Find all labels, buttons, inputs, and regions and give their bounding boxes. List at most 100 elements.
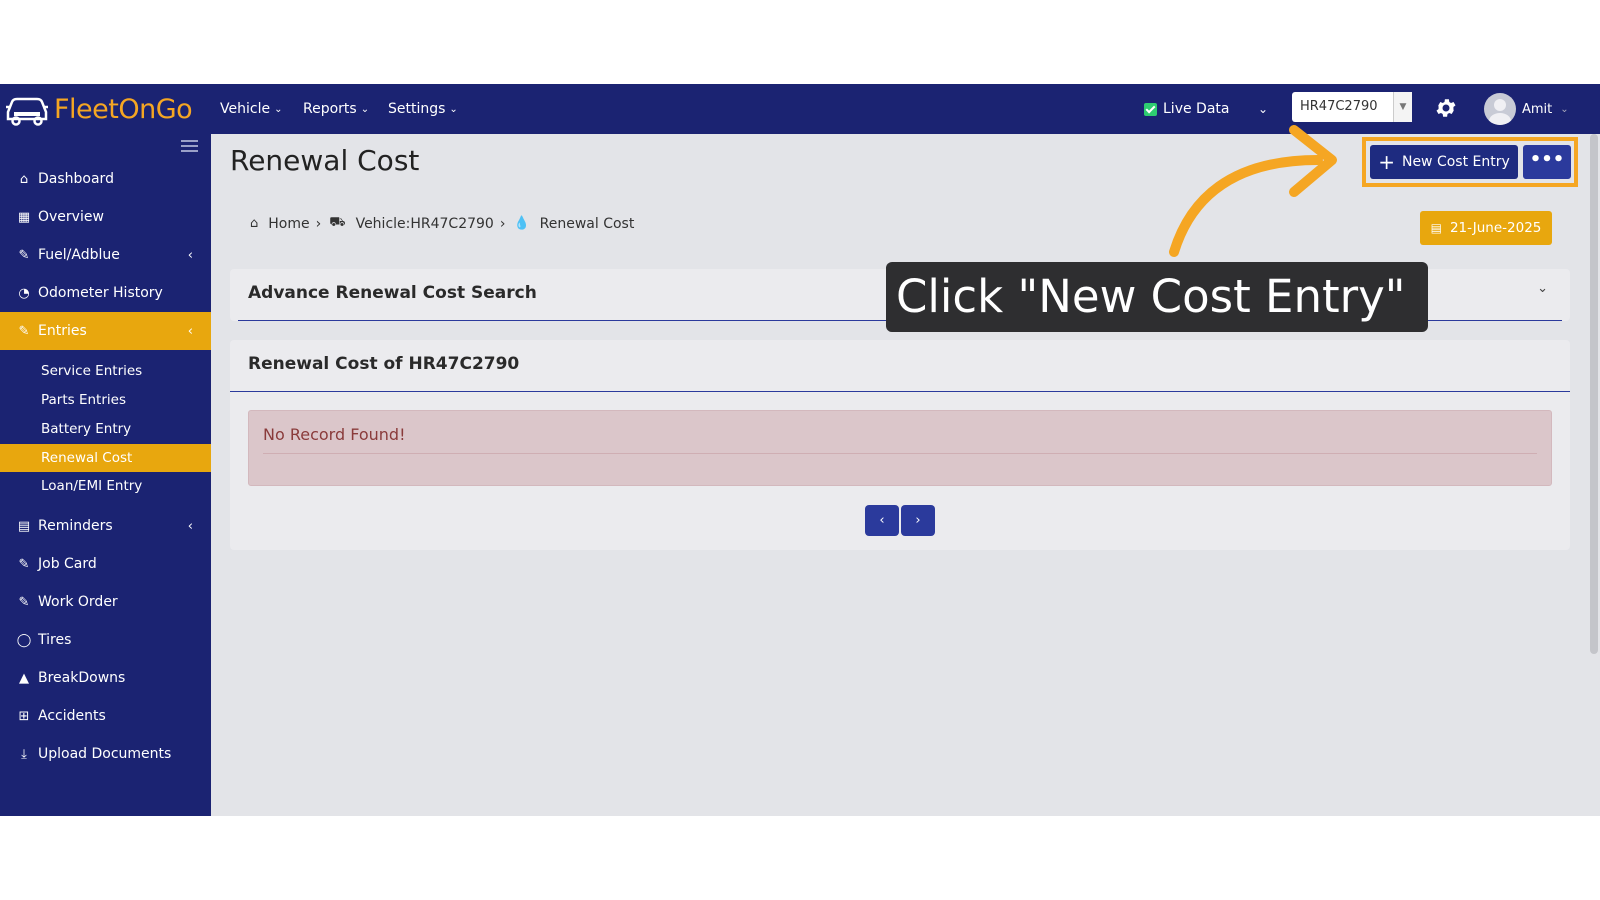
live-data-label: Live Data <box>1163 101 1230 117</box>
advance-search-title: Advance Renewal Cost Search <box>248 283 537 303</box>
sidebar-item-upload-documents[interactable]: ⤓ Upload Documents <box>0 735 211 773</box>
sidebar-sub-renewal-cost[interactable]: Renewal Cost <box>0 444 211 472</box>
sidebar-sub-parts-entries[interactable]: Parts Entries <box>0 386 211 414</box>
scrollbar[interactable] <box>1588 134 1600 816</box>
sidebar-item-work-order[interactable]: ✎ Work Order <box>0 583 211 621</box>
car-logo-icon <box>6 97 48 126</box>
brand-name: FleetOnGo <box>54 93 193 125</box>
sidebar-item-accidents[interactable]: ⊞ Accidents <box>0 697 211 735</box>
grid-icon: ▦ <box>17 209 31 225</box>
sidebar-sub-loan-emi-entry[interactable]: Loan/EMI Entry <box>0 472 211 500</box>
user-menu[interactable]: Amit ⌄ <box>1484 93 1569 125</box>
live-data-checkbox[interactable] <box>1144 102 1157 116</box>
sidebar-sub-label: Loan/EMI Entry <box>41 478 143 494</box>
sidebar-sub-label: Parts Entries <box>41 392 126 408</box>
gauge-icon: ◔ <box>18 285 30 301</box>
sidebar-item-label: Reminders <box>38 518 113 534</box>
next-page-button[interactable]: › <box>901 505 935 536</box>
edit-icon: ✎ <box>18 323 30 339</box>
sidebar-sub-label: Renewal Cost <box>41 450 133 466</box>
chevron-left-icon: ‹ <box>187 323 193 339</box>
nav-vehicle-label: Vehicle <box>220 101 271 117</box>
home-icon: ⌂ <box>19 171 29 187</box>
home-icon: ⌂ <box>250 216 259 231</box>
download-icon: ⤓ <box>21 746 27 762</box>
list-title: Renewal Cost of HR47C2790 <box>248 354 520 374</box>
sidebar-sub-label: Battery Entry <box>41 421 132 437</box>
sidebar-item-label: Overview <box>38 209 104 225</box>
edit-icon: ✎ <box>18 247 30 263</box>
chevron-down-icon: ⌄ <box>360 103 370 115</box>
highlight-box <box>1362 137 1578 187</box>
sidebar-sub-service-entries[interactable]: Service Entries <box>0 357 211 385</box>
prev-page-button[interactable]: ‹ <box>865 505 899 536</box>
nav-settings[interactable]: Settings ⌄ <box>388 84 458 134</box>
arrow-annotation-icon <box>1169 125 1337 257</box>
page-title: Renewal Cost <box>230 144 420 177</box>
sidebar-item-reminders[interactable]: ▤ Reminders ‹ <box>0 507 211 545</box>
chevron-down-icon: ⌄ <box>1560 103 1569 115</box>
sidebar-item-breakdowns[interactable]: ▲ BreakDowns <box>0 659 211 697</box>
divider <box>263 453 1537 454</box>
calendar-icon: ▤ <box>1430 221 1442 235</box>
chevron-left-icon: ‹ <box>187 518 193 534</box>
nav-vehicle[interactable]: Vehicle ⌄ <box>220 84 282 134</box>
chevron-down-icon[interactable]: ⌄ <box>1258 102 1268 116</box>
scrollbar-thumb[interactable] <box>1590 134 1598 654</box>
breadcrumb-current: Renewal Cost <box>539 215 635 232</box>
droplet-icon: 💧 <box>513 216 530 231</box>
sidebar-item-entries[interactable]: ✎ Entries ‹ <box>0 312 211 350</box>
chevron-down-icon: ⌄ <box>274 103 283 115</box>
sidebar-item-job-card[interactable]: ✎ Job Card <box>0 545 211 583</box>
chevron-right-icon: › <box>315 215 322 232</box>
vehicle-select[interactable]: HR47C2790 ▼ <box>1292 92 1412 122</box>
sidebar-sub-battery-entry[interactable]: Battery Entry <box>0 415 211 443</box>
sidebar-sub-label: Service Entries <box>41 363 143 379</box>
date-button[interactable]: ▤ 21-June-2025 <box>1420 211 1552 245</box>
breadcrumb: ⌂ Home › ⛟ Vehicle:HR47C2790 › 💧 Renewal… <box>250 215 634 232</box>
user-name: Amit <box>1522 101 1553 117</box>
instruction-tooltip: Click "New Cost Entry" <box>886 262 1428 332</box>
divider <box>230 391 1570 392</box>
plus-square-icon: ⊞ <box>18 708 30 724</box>
nav-reports[interactable]: Reports ⌄ <box>303 84 369 134</box>
sidebar-item-dashboard[interactable]: ⌂ Dashboard <box>0 160 211 198</box>
sidebar-item-label: Upload Documents <box>38 746 172 762</box>
sidebar-item-label: Accidents <box>38 708 106 724</box>
brand-logo[interactable]: FleetOnGo <box>4 90 193 128</box>
nav-reports-label: Reports <box>303 101 357 117</box>
chevron-down-icon[interactable]: ⌄ <box>1537 281 1548 296</box>
sidebar-item-label: Odometer History <box>38 285 163 301</box>
truck-icon: ⛟ <box>329 215 346 230</box>
sidebar-item-label: Job Card <box>38 556 97 572</box>
sidebar-item-overview[interactable]: ▦ Overview <box>0 198 211 236</box>
edit-icon: ✎ <box>18 594 30 610</box>
sidebar-item-tires[interactable]: ◯ Tires <box>0 621 211 659</box>
date-label: 21-June-2025 <box>1449 220 1542 236</box>
app-window: FleetOnGo Vehicle ⌄ Reports ⌄ Settings ⌄… <box>0 84 1600 816</box>
edit-icon: ✎ <box>18 556 30 572</box>
empty-message: No Record Found! <box>263 425 406 444</box>
nav-settings-label: Settings <box>388 101 446 117</box>
calendar-icon: ▤ <box>17 518 31 534</box>
sidebar-item-odometer-history[interactable]: ◔ Odometer History <box>0 274 211 312</box>
select-arrow-icon[interactable]: ▼ <box>1393 92 1412 122</box>
sidebar-item-fuel-adblue[interactable]: ✎ Fuel/Adblue ‹ <box>0 236 211 274</box>
hamburger-menu-icon[interactable] <box>181 140 198 153</box>
warning-icon: ▲ <box>19 670 29 686</box>
chevron-right-icon: › <box>499 215 506 232</box>
empty-alert: No Record Found! <box>248 410 1552 486</box>
sidebar-item-label: Fuel/Adblue <box>38 247 120 263</box>
gear-icon[interactable] <box>1434 96 1458 120</box>
vehicle-select-value: HR47C2790 <box>1300 99 1378 114</box>
sidebar-item-label: Tires <box>38 632 72 648</box>
sidebar-item-label: Work Order <box>38 594 118 610</box>
breadcrumb-home[interactable]: Home <box>268 216 309 232</box>
breadcrumb-vehicle[interactable]: Vehicle:HR47C2790 <box>356 216 494 232</box>
chevron-left-icon: ‹ <box>187 247 193 263</box>
avatar <box>1484 93 1516 125</box>
chevron-down-icon: ⌄ <box>449 103 458 115</box>
sidebar-item-label: Entries <box>38 323 87 339</box>
sidebar-item-label: Dashboard <box>38 171 114 187</box>
sidebar: ⌂ Dashboard ▦ Overview ✎ Fuel/Adblue ‹ ◔… <box>0 134 211 816</box>
